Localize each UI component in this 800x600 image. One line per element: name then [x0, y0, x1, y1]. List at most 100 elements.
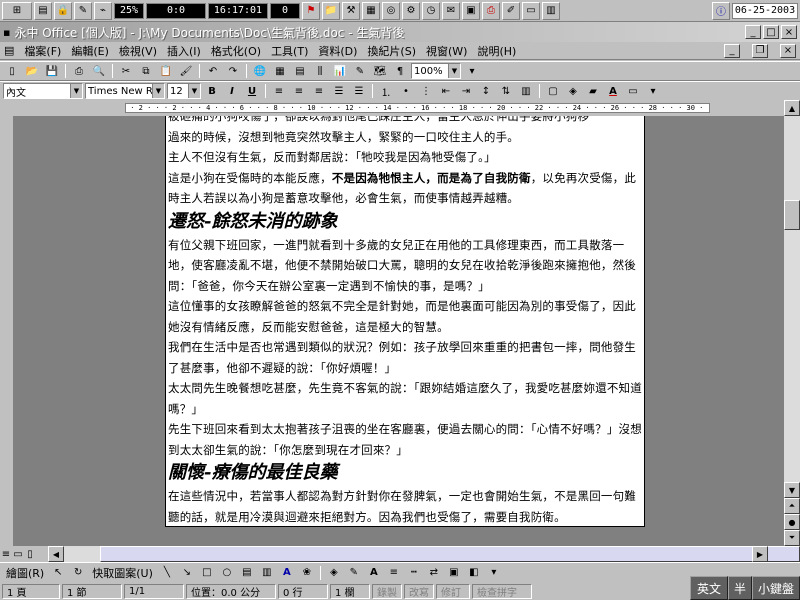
flag-icon[interactable]: ⚑: [302, 1, 320, 20]
vertical-textbox-icon[interactable]: ▥: [258, 565, 276, 581]
clipart-icon[interactable]: ❀: [298, 565, 316, 581]
excel-table-icon[interactable]: ▤: [291, 63, 309, 79]
menu-data[interactable]: 資料(D): [318, 43, 357, 59]
ime-keyboard-button[interactable]: 小鍵盤: [752, 576, 800, 600]
globe-icon[interactable]: ◎: [382, 1, 400, 20]
free-rotate-icon[interactable]: ↻: [69, 565, 87, 581]
print-view-icon[interactable]: ▯: [24, 546, 36, 562]
prev-page-icon[interactable]: ⏶: [784, 498, 800, 514]
shadow-icon[interactable]: ▣: [445, 565, 463, 581]
align-left-icon[interactable]: ≡: [270, 83, 288, 99]
3d-icon[interactable]: ◧: [465, 565, 483, 581]
network-icon[interactable]: ⌁: [94, 1, 112, 20]
status-revision[interactable]: 修訂: [436, 583, 470, 599]
arrow-style-icon[interactable]: ⇄: [425, 565, 443, 581]
columns-icon[interactable]: ⫼: [311, 63, 329, 79]
vertical-scroll-thumb[interactable]: [784, 200, 800, 230]
fill-color-icon[interactable]: ◈: [325, 565, 343, 581]
menu-help[interactable]: 說明(H): [477, 43, 516, 59]
save-icon[interactable]: 💾: [43, 63, 61, 79]
font-select[interactable]: Times New Roi ▼: [85, 83, 165, 99]
drawing-icon[interactable]: ✎: [351, 63, 369, 79]
web-view-icon[interactable]: ▭: [12, 546, 24, 562]
menu-view[interactable]: 檢視(V): [119, 43, 157, 59]
oval-icon[interactable]: ○: [218, 565, 236, 581]
highlight-icon[interactable]: ▰: [584, 83, 602, 99]
doc-restore-button[interactable]: ❐: [752, 43, 768, 58]
textbox-icon[interactable]: ▤: [238, 565, 256, 581]
rectangle-icon[interactable]: □: [198, 565, 216, 581]
start-icon[interactable]: ⊞: [2, 1, 32, 20]
doc-minimize-button[interactable]: _: [724, 43, 740, 58]
char-border-icon[interactable]: ▭: [624, 83, 642, 99]
open-icon[interactable]: 📂: [23, 63, 41, 79]
bullets-icon[interactable]: •: [397, 83, 415, 99]
doc-close-button[interactable]: ×: [780, 43, 796, 58]
justify-icon[interactable]: ☰: [330, 83, 348, 99]
close-button[interactable]: ×: [781, 25, 797, 39]
document-menu-icon[interactable]: ▤: [4, 44, 14, 57]
pdf-icon[interactable]: ⎙: [482, 1, 500, 20]
gear-icon[interactable]: ⚙: [402, 1, 420, 20]
line-style-icon[interactable]: ≡: [385, 565, 403, 581]
book-icon[interactable]: ▥: [542, 1, 560, 20]
minimize-button[interactable]: _: [745, 25, 761, 39]
arrow-icon[interactable]: ↘: [178, 565, 196, 581]
status-overtype[interactable]: 改寫: [404, 583, 434, 599]
scroll-right-icon[interactable]: ▶: [752, 546, 768, 562]
copy-icon[interactable]: ⧉: [137, 63, 155, 79]
draw-menu[interactable]: 繪圖(R): [3, 565, 47, 581]
undo-icon[interactable]: ↶: [204, 63, 222, 79]
info-icon[interactable]: ⓘ: [712, 1, 730, 20]
ime-language-button[interactable]: 英文: [690, 576, 728, 600]
mail-icon[interactable]: ✉: [442, 1, 460, 20]
ime-width-button[interactable]: 半: [728, 576, 752, 600]
new-icon[interactable]: ▯: [3, 63, 21, 79]
outline-icon[interactable]: ⋮: [417, 83, 435, 99]
vertical-scrollbar[interactable]: ▲ ▼ ⏶ ● ⏷: [784, 100, 800, 546]
style-select[interactable]: 內文 ▼: [3, 83, 83, 99]
lock-icon[interactable]: 🔒: [54, 1, 72, 20]
image-icon[interactable]: ▣: [462, 1, 480, 20]
menu-format[interactable]: 格式化(O): [211, 43, 261, 59]
vertical-ruler[interactable]: [0, 116, 14, 546]
scroll-up-icon[interactable]: ▲: [784, 100, 800, 116]
menu-tools[interactable]: 工具(T): [271, 43, 308, 59]
line-icon[interactable]: ╲: [158, 565, 176, 581]
menu-slides[interactable]: 換紀片(S): [367, 43, 416, 59]
toolbar-options-icon-2[interactable]: ▾: [644, 83, 662, 99]
italic-button[interactable]: I: [223, 83, 241, 99]
cut-icon[interactable]: ✂: [117, 63, 135, 79]
desktop-icon[interactable]: ▤: [34, 1, 52, 20]
normal-view-icon[interactable]: ≡: [0, 546, 12, 562]
underline-button[interactable]: U: [243, 83, 261, 99]
hyperlink-icon[interactable]: 🌐: [251, 63, 269, 79]
zoom-select[interactable]: 100% ▼: [411, 63, 461, 79]
toolbar-options-icon[interactable]: ▾: [463, 63, 481, 79]
app-icon[interactable]: ▪: [3, 26, 10, 39]
shading-icon[interactable]: ◈: [564, 83, 582, 99]
draw-options-icon[interactable]: ▾: [485, 565, 503, 581]
preview-icon[interactable]: 🔍: [90, 63, 108, 79]
status-record[interactable]: 錄製: [372, 583, 402, 599]
numbering-icon[interactable]: ⒈: [377, 83, 395, 99]
menu-window[interactable]: 視窗(W): [426, 43, 467, 59]
menu-file[interactable]: 檔案(F): [24, 43, 61, 59]
distribute-icon[interactable]: ☰: [350, 83, 368, 99]
border-icon[interactable]: ▢: [544, 83, 562, 99]
select-objects-icon[interactable]: ↖: [49, 565, 67, 581]
horizontal-scroll-thumb[interactable]: [100, 546, 800, 562]
wordart-icon[interactable]: A: [278, 565, 296, 581]
align-center-icon[interactable]: ≡: [290, 83, 308, 99]
folder-icon[interactable]: 📁: [322, 1, 340, 20]
table-icon[interactable]: ▦: [271, 63, 289, 79]
chart-icon[interactable]: ▦: [362, 1, 380, 20]
menu-edit[interactable]: 編輯(E): [71, 43, 109, 59]
redo-icon[interactable]: ↷: [224, 63, 242, 79]
menu-insert[interactable]: 插入(I): [167, 43, 201, 59]
horizontal-scrollbar[interactable]: ≡ ▭ ▯ ◀ ▶: [0, 546, 800, 562]
line-color-icon[interactable]: ✎: [345, 565, 363, 581]
chart-icon-2[interactable]: 📊: [331, 63, 349, 79]
text-direction-icon[interactable]: ⇅: [497, 83, 515, 99]
bold-button[interactable]: B: [203, 83, 221, 99]
